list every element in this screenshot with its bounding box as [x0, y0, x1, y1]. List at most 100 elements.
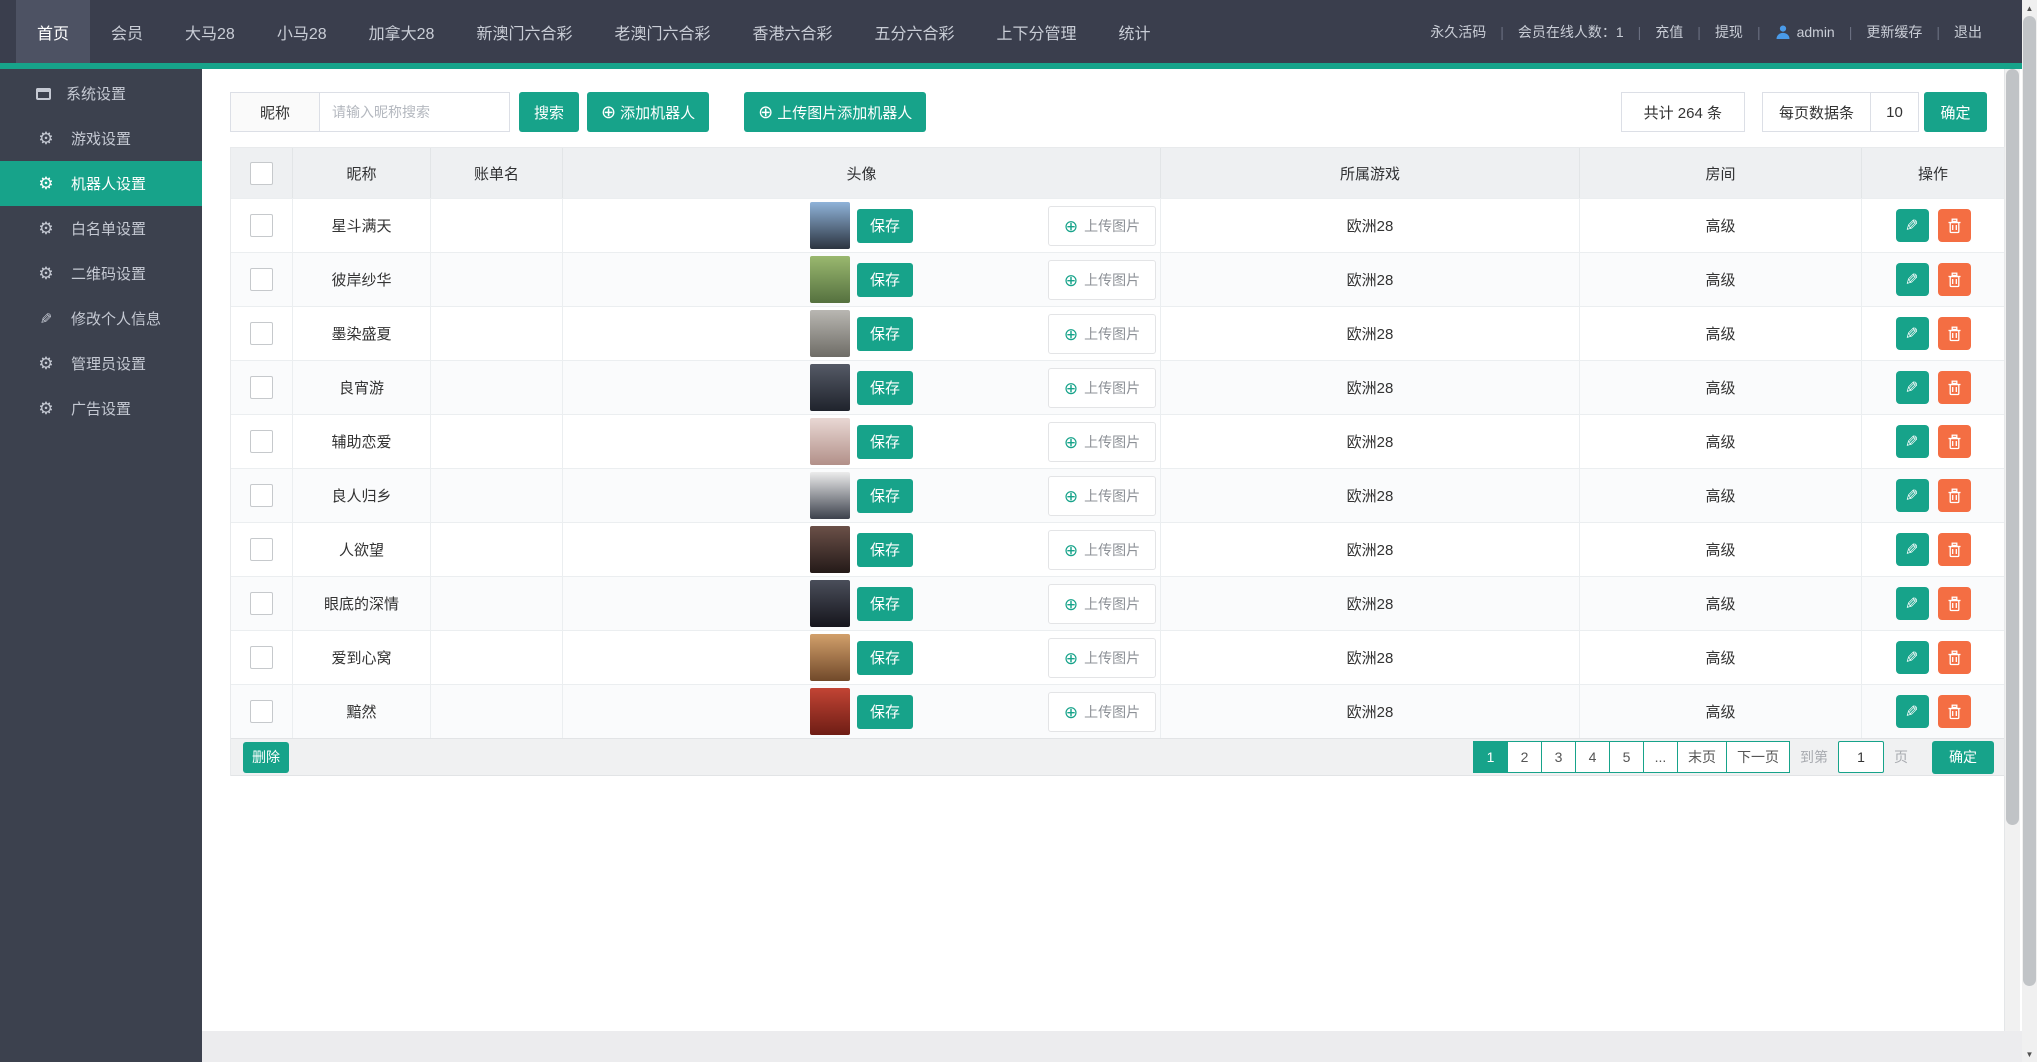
sidebar-item[interactable]: 系统设置 — [0, 71, 202, 116]
upload-image-button[interactable]: ⊕ 上传图片 — [1048, 692, 1156, 732]
save-button[interactable]: 保存 — [857, 371, 913, 405]
row-checkbox[interactable] — [250, 322, 273, 345]
save-button[interactable]: 保存 — [857, 317, 913, 351]
row-checkbox[interactable] — [250, 484, 273, 507]
nav-tab[interactable]: 上下分管理 — [976, 0, 1098, 63]
row-checkbox[interactable] — [250, 700, 273, 723]
nav-tab[interactable]: 首页 — [16, 0, 90, 63]
sidebar-item[interactable]: ⚙ 广告设置 — [0, 386, 202, 431]
delete-button[interactable] — [1938, 371, 1971, 404]
nav-tab[interactable]: 大马28 — [164, 0, 256, 63]
nav-right-link[interactable]: 永久活码 — [1430, 22, 1486, 42]
nav-right-link[interactable]: 充值 — [1655, 22, 1683, 42]
delete-button[interactable] — [1938, 479, 1971, 512]
edit-button[interactable]: ✎ — [1896, 479, 1929, 512]
delete-button[interactable] — [1938, 425, 1971, 458]
upload-add-robot-button[interactable]: ⊕ 上传图片添加机器人 — [744, 92, 926, 132]
page-button[interactable]: 1 — [1473, 741, 1508, 773]
nav-tab[interactable]: 小马28 — [256, 0, 348, 63]
add-robot-button[interactable]: ⊕ 添加机器人 — [587, 92, 709, 132]
upload-image-button[interactable]: ⊕ 上传图片 — [1048, 638, 1156, 678]
save-button[interactable]: 保存 — [857, 425, 913, 459]
nav-tab[interactable]: 香港六合彩 — [732, 0, 854, 63]
bulk-delete-button[interactable]: 删除 — [243, 742, 289, 773]
page-button[interactable]: 末页 — [1677, 741, 1727, 773]
delete-button[interactable] — [1938, 533, 1971, 566]
upload-image-button[interactable]: ⊕ 上传图片 — [1048, 422, 1156, 462]
edit-button[interactable]: ✎ — [1896, 533, 1929, 566]
nav-tab[interactable]: 五分六合彩 — [854, 0, 976, 63]
page-button[interactable]: 4 — [1575, 741, 1610, 773]
content-scrollbar[interactable] — [2005, 69, 2020, 1031]
horizontal-scrollbar-track[interactable] — [202, 1031, 2022, 1062]
sidebar-item[interactable]: ⚙ 游戏设置 — [0, 116, 202, 161]
upload-image-button[interactable]: ⊕ 上传图片 — [1048, 314, 1156, 354]
row-checkbox[interactable] — [250, 430, 273, 453]
delete-button[interactable] — [1938, 641, 1971, 674]
nav-tab[interactable]: 会员 — [90, 0, 164, 63]
nav-right-link[interactable]: 提现 — [1715, 22, 1743, 42]
page-button[interactable]: 下一页 — [1726, 741, 1790, 773]
search-button[interactable]: 搜索 — [519, 92, 579, 132]
select-all-checkbox[interactable] — [250, 162, 273, 185]
nav-right-link[interactable]: 会员在线人数：1 — [1518, 22, 1624, 42]
search-input[interactable] — [320, 92, 510, 132]
content-scrollbar-thumb[interactable] — [2006, 69, 2019, 825]
delete-button[interactable] — [1938, 695, 1971, 728]
upload-image-button[interactable]: ⊕ 上传图片 — [1048, 260, 1156, 300]
upload-image-button[interactable]: ⊕ 上传图片 — [1048, 584, 1156, 624]
nav-right-link[interactable]: 更新缓存 — [1866, 22, 1922, 42]
row-checkbox[interactable] — [250, 646, 273, 669]
browser-scrollbar-thumb[interactable] — [2023, 16, 2036, 986]
delete-button[interactable] — [1938, 317, 1971, 350]
edit-button[interactable]: ✎ — [1896, 695, 1929, 728]
edit-button[interactable]: ✎ — [1896, 317, 1929, 350]
save-button[interactable]: 保存 — [857, 695, 913, 729]
upload-image-button[interactable]: ⊕ 上传图片 — [1048, 368, 1156, 408]
sidebar-item[interactable]: ⚙ 二维码设置 — [0, 251, 202, 296]
page-button[interactable]: 3 — [1541, 741, 1576, 773]
per-page-input[interactable] — [1870, 93, 1918, 131]
scroll-down-arrow-icon[interactable]: ▼ — [2022, 1046, 2037, 1062]
nav-right-link[interactable]: admin — [1775, 24, 1835, 40]
scroll-up-arrow-icon[interactable]: ▲ — [2022, 0, 2037, 16]
row-checkbox[interactable] — [250, 214, 273, 237]
goto-page-input[interactable] — [1838, 741, 1884, 773]
row-checkbox[interactable] — [250, 268, 273, 291]
page-button[interactable]: 5 — [1609, 741, 1644, 773]
nav-tab[interactable]: 统计 — [1098, 0, 1172, 63]
page-button[interactable]: 2 — [1507, 741, 1542, 773]
sidebar-item[interactable]: ⚙ 白名单设置 — [0, 206, 202, 251]
nav-tab[interactable]: 老澳门六合彩 — [593, 0, 731, 63]
sidebar-item[interactable]: ✎ 修改个人信息 — [0, 296, 202, 341]
edit-button[interactable]: ✎ — [1896, 209, 1929, 242]
delete-button[interactable] — [1938, 587, 1971, 620]
per-page-confirm-button[interactable]: 确定 — [1924, 92, 1987, 132]
save-button[interactable]: 保存 — [857, 641, 913, 675]
goto-confirm-button[interactable]: 确定 — [1932, 741, 1994, 774]
row-checkbox[interactable] — [250, 538, 273, 561]
page-button[interactable]: ... — [1643, 741, 1678, 773]
nav-tab[interactable]: 新澳门六合彩 — [455, 0, 593, 63]
delete-button[interactable] — [1938, 263, 1971, 296]
save-button[interactable]: 保存 — [857, 263, 913, 297]
edit-button[interactable]: ✎ — [1896, 641, 1929, 674]
row-checkbox[interactable] — [250, 592, 273, 615]
upload-image-button[interactable]: ⊕ 上传图片 — [1048, 476, 1156, 516]
save-button[interactable]: 保存 — [857, 209, 913, 243]
browser-scrollbar[interactable]: ▲ ▼ — [2022, 0, 2037, 1062]
edit-button[interactable]: ✎ — [1896, 587, 1929, 620]
nav-right-link[interactable]: 退出 — [1954, 22, 1982, 42]
edit-button[interactable]: ✎ — [1896, 371, 1929, 404]
delete-button[interactable] — [1938, 209, 1971, 242]
save-button[interactable]: 保存 — [857, 479, 913, 513]
sidebar-item[interactable]: ⚙ 机器人设置 — [0, 161, 202, 206]
save-button[interactable]: 保存 — [857, 587, 913, 621]
sidebar-item[interactable]: ⚙ 管理员设置 — [0, 341, 202, 386]
edit-button[interactable]: ✎ — [1896, 263, 1929, 296]
upload-image-button[interactable]: ⊕ 上传图片 — [1048, 206, 1156, 246]
edit-button[interactable]: ✎ — [1896, 425, 1929, 458]
upload-image-button[interactable]: ⊕ 上传图片 — [1048, 530, 1156, 570]
nav-tab[interactable]: 加拿大28 — [348, 0, 456, 63]
row-checkbox[interactable] — [250, 376, 273, 399]
